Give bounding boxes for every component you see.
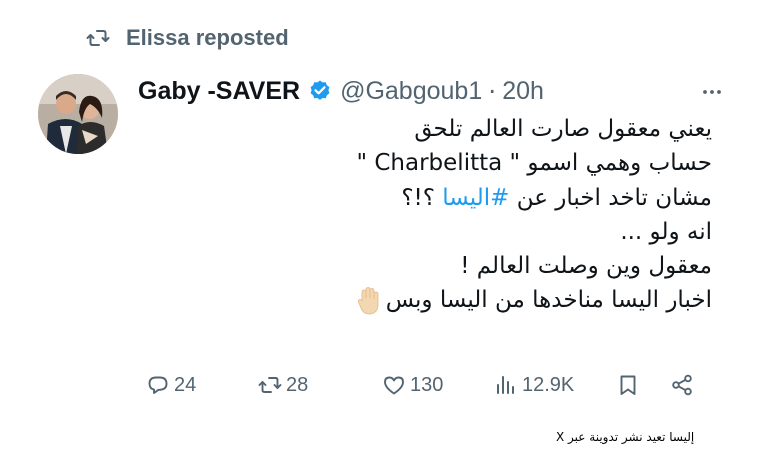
repost-icon [258,377,282,393]
avatar[interactable] [38,74,118,154]
bookmark-icon [620,375,636,395]
view-count: 12.9K [522,373,575,396]
reply-button[interactable]: 24 [146,368,196,402]
handle[interactable]: @Gabgoub1 [340,77,482,106]
repost-header[interactable]: Elissa reposted [86,22,289,54]
tweet-line-3-punct: ؟!؟ [401,184,435,211]
hashtag-link[interactable]: #اليسا [442,185,509,211]
share-button[interactable] [670,368,694,402]
views-button[interactable]: 12.9K [494,368,574,402]
timestamp[interactable]: 20h [502,77,544,106]
like-count: 130 [410,373,444,396]
verified-badge-icon [310,80,330,100]
tweet-header: Gaby -SAVER @Gabgoub1 · 20h [138,74,544,108]
image-caption: إليسا تعيد نشر تدوينة عبر X [556,430,695,444]
share-icon [672,374,692,396]
repost-label[interactable]: Elissa reposted [126,25,289,51]
tweet-line-2: حساب وهمي اسمو " Charbelitta " [356,150,712,177]
tweet-line-6-text: اخبار اليسا مناخدها من اليسا وبس [385,287,712,314]
repost-button[interactable]: 28 [258,368,308,402]
raised-hand-icon [357,287,379,315]
tweet-line-3: مشان تاخد اخبار عن #اليسا ؟!؟ [310,181,712,215]
tweet-line-1: يعني معقول صارت العالم تلحق [414,116,712,142]
tweet-line-3-text: مشان تاخد اخبار عن [516,184,712,211]
tweet-actions: 24 28 130 12.9K [0,368,768,402]
separator-dot: · [488,76,497,106]
display-name[interactable]: Gaby -SAVER [138,77,300,106]
repost-count: 28 [286,373,309,396]
bookmark-button[interactable] [616,368,640,402]
like-button[interactable]: 130 [382,368,443,402]
tweet-line-4: انه ولو ... [620,218,712,245]
reply-count: 24 [174,373,197,396]
tweet-line-5: معقول وين وصلت العالم ! [460,253,712,280]
reply-icon [148,376,168,394]
views-chart-icon [497,376,514,394]
tweet-text: يعني معقول صارت العالم تلحق حساب وهمي اس… [310,112,712,318]
heart-icon [384,376,404,395]
repost-icon [86,30,110,46]
tweet-line-6: اخبار اليسا مناخدها من اليسا وبس [310,283,712,317]
more-options-icon[interactable] [700,80,724,104]
